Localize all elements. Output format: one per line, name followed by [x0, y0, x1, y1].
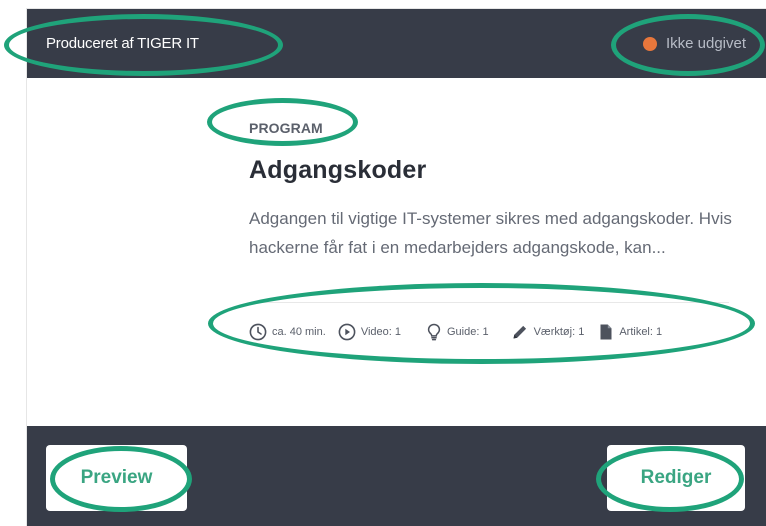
divider [249, 302, 729, 303]
meta-article: Artikel: 1 [598, 323, 662, 341]
program-title: Adgangskoder [249, 156, 427, 184]
meta-tool: Værktøj: 1 [511, 323, 585, 341]
meta-tool-text: Værktøj: 1 [533, 326, 585, 338]
program-description: Adgangen til vigtige IT-systemer sikres … [249, 209, 732, 257]
program-card: Produceret af TIGER IT Ikke udgivet PROG… [27, 9, 766, 526]
lightbulb-icon [427, 323, 441, 341]
content-type-label: PROGRAM [249, 120, 323, 136]
meta-duration: ca. 40 min. [249, 323, 326, 341]
document-icon [600, 324, 612, 340]
preview-button[interactable]: Preview [46, 445, 187, 511]
meta-video-text: Video: 1 [360, 326, 401, 338]
meta-video: Video: 1 [338, 323, 401, 341]
meta-guide: Guide: 1 [426, 323, 489, 341]
card-footer: Preview Rediger [27, 426, 766, 526]
producer-label: Produceret af TIGER IT [46, 35, 199, 52]
meta-duration-text: ca. 40 min. [272, 326, 326, 338]
card-header: Produceret af TIGER IT Ikke udgivet [27, 9, 766, 78]
card-body: PROGRAM Adgangskoder Adgangen til vigtig… [249, 78, 732, 426]
play-circle-icon [338, 323, 356, 341]
meta-article-text: Artikel: 1 [619, 326, 663, 338]
clock-icon [249, 323, 267, 341]
meta-guide-text: Guide: 1 [446, 326, 489, 338]
status-dot-icon [642, 36, 657, 51]
program-meta: ca. 40 min. Video: 1 Guide: 1 Værktøj: 1… [249, 322, 662, 342]
edit-button[interactable]: Rediger [607, 445, 745, 511]
status-text: Ikke udgivet [665, 35, 746, 52]
pencil-icon [513, 325, 526, 339]
publish-status: Ikke udgivet [642, 35, 746, 52]
